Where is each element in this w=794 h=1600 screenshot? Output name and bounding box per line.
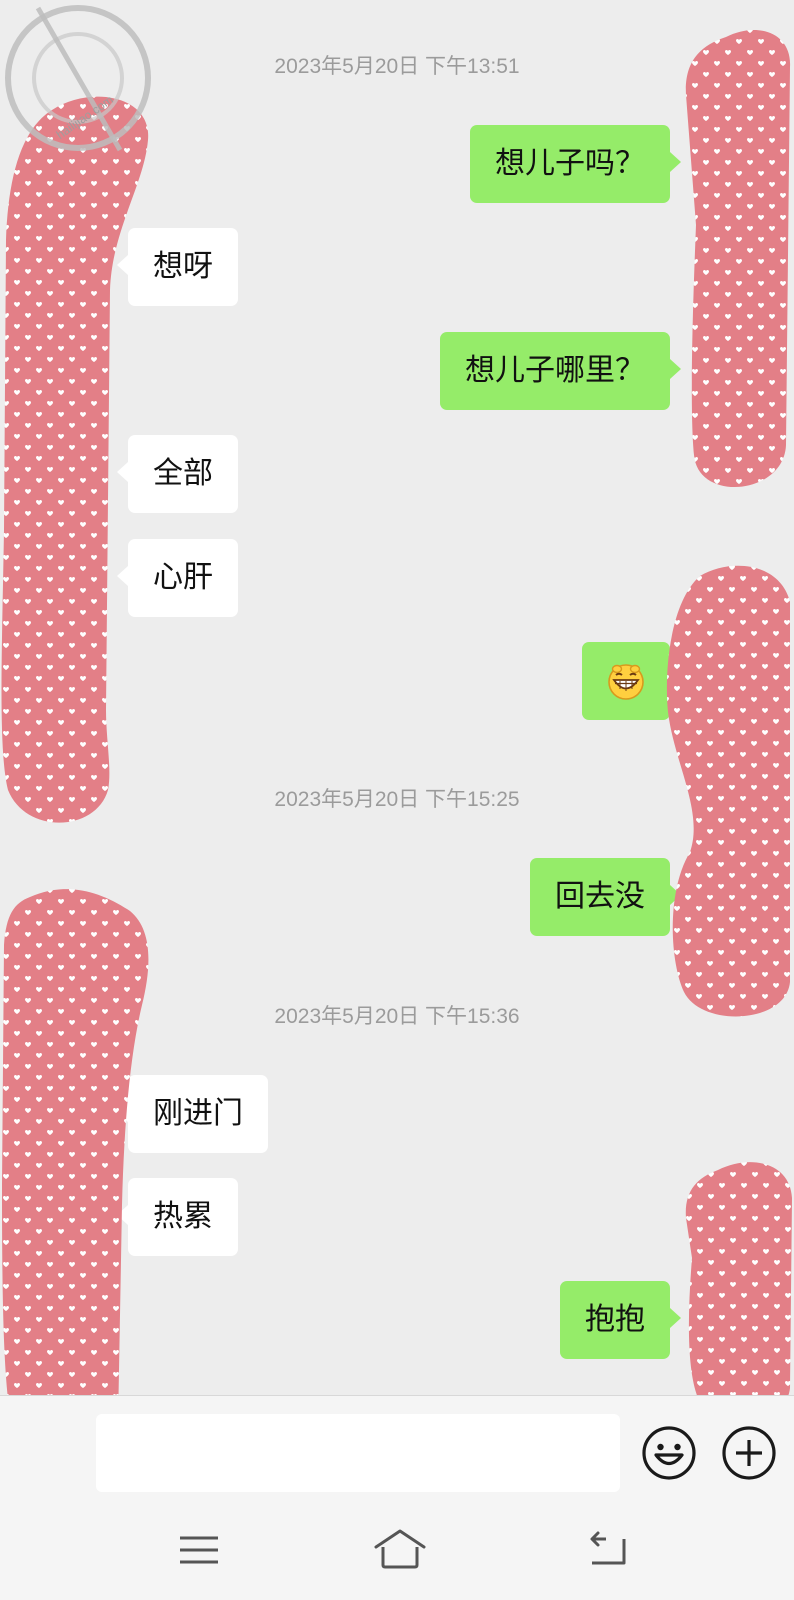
redaction-mask-left-top bbox=[1, 96, 149, 823]
outgoing-message-bubble[interactable]: 想儿子吗？ bbox=[470, 125, 681, 203]
back-icon[interactable] bbox=[584, 1525, 632, 1575]
smiley-icon[interactable] bbox=[640, 1424, 698, 1482]
outgoing-message-bubble[interactable]: 抱抱 bbox=[560, 1281, 681, 1359]
redaction-mask-right-middle bbox=[666, 565, 790, 1017]
outgoing-message-bubble[interactable]: 回去没 bbox=[530, 858, 681, 936]
redaction-mask-right-top bbox=[685, 29, 791, 488]
plus-circle-icon[interactable] bbox=[720, 1424, 778, 1482]
system-navigation-bar bbox=[0, 1505, 794, 1600]
outgoing-message-bubble[interactable]: 想儿子哪里？ bbox=[440, 332, 681, 410]
message-input[interactable] bbox=[96, 1414, 620, 1492]
home-icon[interactable] bbox=[372, 1525, 428, 1575]
input-bar bbox=[0, 1395, 794, 1506]
chat-area[interactable]: 2023年5月20日 下午13:51 想儿子吗？ 想呀 想儿子哪里？ 全部 心肝… bbox=[0, 0, 794, 1465]
outgoing-emoji-bubble[interactable] bbox=[582, 642, 681, 720]
watermark-logo: hailijiao.com bbox=[5, 5, 151, 152]
menu-icon[interactable] bbox=[176, 1525, 222, 1575]
redaction-mask-right-bottom bbox=[685, 1162, 792, 1422]
grinning-face-emoji bbox=[608, 664, 644, 700]
redaction-mask-left-bottom bbox=[2, 889, 149, 1465]
